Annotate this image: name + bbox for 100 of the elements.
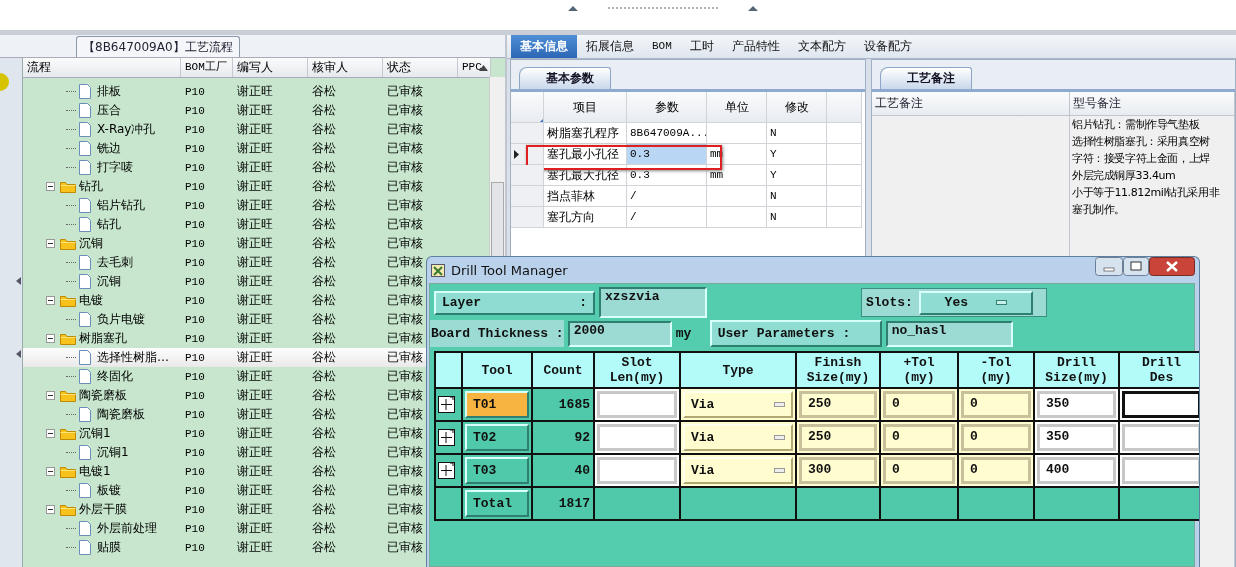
- tree-row[interactable]: 铣边 P10 谢正旺 谷松 已审核: [22, 139, 427, 158]
- tree-row[interactable]: 沉铜1 P10 谢正旺 谷松 已审核: [22, 424, 427, 443]
- tree-row[interactable]: 电镀1 P10 谢正旺 谷松 已审核: [22, 462, 427, 481]
- tab[interactable]: BOM: [643, 35, 681, 58]
- expand-row-icon[interactable]: [438, 396, 455, 413]
- plus-tolerance-field[interactable]: 0: [883, 391, 955, 418]
- collapse-toggle[interactable]: [45, 391, 55, 400]
- collapse-arrow-icon[interactable]: [15, 350, 21, 358]
- tree-item-label[interactable]: 钻孔: [96, 216, 121, 233]
- tree-row[interactable]: 去毛刺 P10 谢正旺 谷松 已审核: [22, 253, 427, 272]
- tab[interactable]: 文本配方: [788, 35, 855, 58]
- tree-row[interactable]: 选择性树脂… P10 谢正旺 谷松 已审核: [22, 348, 427, 367]
- table-cell[interactable]: 0.3: [627, 165, 707, 186]
- finish-size-field[interactable]: 250: [799, 391, 877, 418]
- tab[interactable]: 拓展信息: [577, 35, 643, 58]
- scroll-up-arrow-icon[interactable]: [479, 65, 488, 71]
- tree-item-label[interactable]: 打字唛: [96, 159, 133, 176]
- tab[interactable]: 工时: [680, 35, 723, 58]
- tree-item-label[interactable]: 板镀: [96, 482, 121, 499]
- minus-tolerance-field[interactable]: 0: [961, 391, 1031, 418]
- tree-row[interactable]: 贴膜 P10 谢正旺 谷松 已审核: [22, 538, 427, 557]
- tree-item-label[interactable]: 去毛刺: [96, 254, 133, 271]
- tree-row[interactable]: 压合 P10 谢正旺 谷松 已审核: [22, 101, 427, 120]
- tree-item-label[interactable]: 终固化: [96, 368, 133, 385]
- tree-row[interactable]: 板镀 P10 谢正旺 谷松 已审核: [22, 481, 427, 500]
- tree-row[interactable]: 钻孔 P10 谢正旺 谷松 已审核: [22, 177, 427, 196]
- tree-row[interactable]: 沉铜 P10 谢正旺 谷松 已审核: [22, 272, 427, 291]
- tree-item-label[interactable]: 选择性树脂…: [96, 349, 169, 366]
- tree-row[interactable]: 排板 P10 谢正旺 谷松 已审核: [22, 82, 427, 101]
- tree-item-label[interactable]: 贴膜: [96, 539, 121, 556]
- collapse-toggle[interactable]: [45, 429, 55, 438]
- tree-item-label[interactable]: 钻孔: [78, 178, 103, 195]
- tree-item-label[interactable]: 沉铜: [78, 235, 103, 252]
- tree-item-label[interactable]: 沉铜1: [78, 425, 111, 442]
- tab[interactable]: 基本信息: [511, 35, 577, 58]
- expand-row-icon[interactable]: [438, 429, 455, 446]
- collapse-toggle[interactable]: [45, 182, 55, 191]
- total-button[interactable]: Total: [465, 490, 529, 517]
- type-dropdown[interactable]: Via: [683, 391, 793, 418]
- tree-row[interactable]: 铝片钻孔 P10 谢正旺 谷松 已审核: [22, 196, 427, 215]
- tree-item-label[interactable]: 负片电镀: [96, 311, 145, 328]
- tree-item-label[interactable]: 排板: [96, 83, 121, 100]
- tool-button[interactable]: T02: [465, 424, 529, 451]
- tree-row[interactable]: 外层前处理 P10 谢正旺 谷松 已审核: [22, 519, 427, 538]
- tree-row[interactable]: 沉铜1 P10 谢正旺 谷松 已审核: [22, 443, 427, 462]
- tree-item-label[interactable]: 陶瓷磨板: [78, 387, 127, 404]
- tree-row[interactable]: 负片电镀 P10 谢正旺 谷松 已审核: [22, 310, 427, 329]
- collapse-toggle[interactable]: [45, 334, 55, 343]
- tree-item-label[interactable]: 沉铜: [96, 273, 121, 290]
- drill-size-field[interactable]: 400: [1037, 457, 1116, 484]
- thickness-field[interactable]: 2000: [567, 320, 672, 347]
- user-parameters-button[interactable]: User Parameters :: [709, 320, 882, 347]
- type-dropdown[interactable]: Via: [683, 424, 793, 451]
- maximize-icon[interactable]: [1123, 257, 1149, 276]
- layer-field[interactable]: xzszvia: [599, 287, 707, 318]
- subtab[interactable]: 工艺备注: [880, 67, 972, 89]
- tree-row[interactable]: 树脂塞孔 P10 谢正旺 谷松 已审核: [22, 329, 427, 348]
- close-icon[interactable]: [1149, 257, 1195, 276]
- tree-item-label[interactable]: 电镀1: [78, 463, 111, 480]
- tree-item-label[interactable]: 外层干膜: [78, 501, 127, 518]
- tree-item-label[interactable]: 铝片钻孔: [96, 197, 145, 214]
- tree-item-label[interactable]: 陶瓷磨板: [96, 406, 145, 423]
- subtab[interactable]: 基本参数: [519, 67, 611, 89]
- collapse-toggle[interactable]: [45, 467, 55, 476]
- minimize-icon[interactable]: [1095, 257, 1123, 276]
- row-header[interactable]: [511, 144, 544, 165]
- table-cell[interactable]: /: [627, 186, 707, 207]
- drill-size-field[interactable]: 350: [1037, 391, 1116, 418]
- tool-button[interactable]: T03: [465, 457, 529, 484]
- expand-row-icon[interactable]: [438, 462, 455, 479]
- drill-size-field[interactable]: 350: [1037, 424, 1116, 451]
- tree-item-label[interactable]: 压合: [96, 102, 121, 119]
- plus-tolerance-field[interactable]: 0: [883, 457, 955, 484]
- slots-dropdown[interactable]: Yes: [918, 290, 1033, 315]
- tree-row[interactable]: 终固化 P10 谢正旺 谷松 已审核: [22, 367, 427, 386]
- layer-button[interactable]: Layer :: [434, 290, 595, 315]
- tree-item-label[interactable]: 外层前处理: [96, 520, 157, 537]
- tab[interactable]: 设备配方: [854, 35, 921, 58]
- panel-title-tab[interactable]: 【8B647009A0】工艺流程: [76, 36, 240, 57]
- collapse-toggle[interactable]: [45, 296, 55, 305]
- finish-size-field[interactable]: 300: [799, 457, 877, 484]
- finish-size-field[interactable]: 250: [799, 424, 877, 451]
- tab[interactable]: 产品特性: [722, 35, 789, 58]
- plus-tolerance-field[interactable]: 0: [883, 424, 955, 451]
- collapse-arrow-icon[interactable]: [15, 277, 21, 285]
- tree-item-label[interactable]: 树脂塞孔: [78, 330, 127, 347]
- table-cell[interactable]: 0.3: [627, 144, 707, 165]
- minus-tolerance-field[interactable]: 0: [961, 457, 1031, 484]
- collapse-toggle[interactable]: [45, 505, 55, 514]
- tree-row[interactable]: 钻孔 P10 谢正旺 谷松 已审核: [22, 215, 427, 234]
- splitter-handle-icon[interactable]: [568, 5, 758, 11]
- tree-item-label[interactable]: X-Ray冲孔: [96, 121, 156, 138]
- tree-item-label[interactable]: 铣边: [96, 140, 121, 157]
- type-dropdown[interactable]: Via: [683, 457, 793, 484]
- user-parameters-field[interactable]: no_hasl: [885, 320, 1013, 347]
- tree-row[interactable]: 电镀 P10 谢正旺 谷松 已审核: [22, 291, 427, 310]
- tree-item-label[interactable]: 沉铜1: [96, 444, 129, 461]
- tree-row[interactable]: X-Ray冲孔 P10 谢正旺 谷松 已审核: [22, 120, 427, 139]
- tool-button[interactable]: T01: [465, 391, 529, 418]
- collapse-toggle[interactable]: [45, 239, 55, 248]
